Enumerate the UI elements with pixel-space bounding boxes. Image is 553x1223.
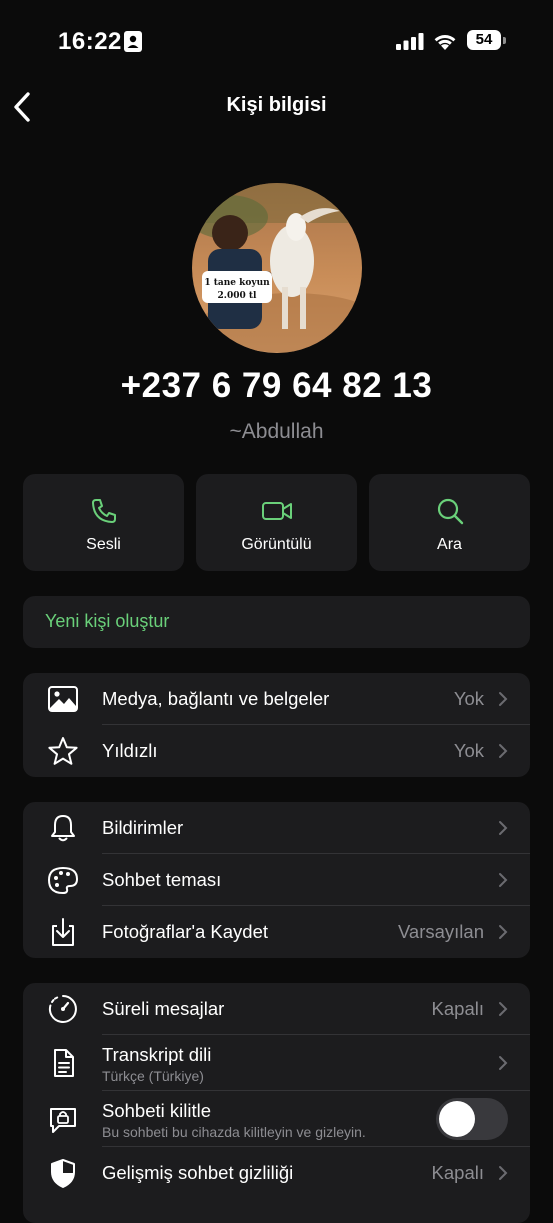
status-time: 16:22 — [58, 28, 122, 55]
contact-card-icon — [124, 31, 142, 52]
document-icon — [47, 1048, 79, 1078]
avatar-caption-line2: 2.000 tl — [218, 291, 257, 301]
voice-call-button[interactable]: Sesli — [23, 474, 184, 571]
transcript-language-value: Türkçe (Türkiye) — [102, 1068, 204, 1084]
media-links-docs-label: Medya, bağlantı ve belgeler — [102, 688, 330, 709]
disappearing-messages-value: Kapalı — [431, 998, 484, 1019]
create-new-contact-label: Yeni kişi oluştur — [45, 611, 170, 631]
lock-chat-row: Sohbeti kilitle Bu sohbeti bu cihazda ki… — [23, 1091, 530, 1147]
chevron-right-icon — [499, 1056, 508, 1070]
cellular-signal-icon — [396, 33, 424, 50]
lock-chat-label: Sohbeti kilitle — [102, 1100, 212, 1121]
lock-chat-description: Bu sohbeti bu cihazda kilitleyin ve gizl… — [102, 1124, 366, 1140]
image-icon — [47, 684, 79, 714]
battery-indicator: 54 — [467, 30, 507, 52]
battery-level: 54 — [467, 30, 501, 50]
starred-row[interactable]: Yıldızlı Yok — [23, 725, 530, 777]
video-call-button[interactable]: Görüntülü — [196, 474, 357, 571]
save-download-icon — [47, 917, 79, 947]
chevron-right-icon — [499, 925, 508, 939]
starred-label: Yıldızlı — [102, 740, 158, 761]
chevron-right-icon — [499, 744, 508, 758]
advanced-chat-privacy-value: Kapalı — [431, 1162, 484, 1183]
search-label: Ara — [437, 536, 462, 553]
shield-icon — [47, 1158, 79, 1188]
search-button[interactable]: Ara — [369, 474, 530, 571]
wifi-icon — [434, 35, 456, 50]
chevron-right-icon — [499, 873, 508, 887]
video-icon — [261, 502, 292, 520]
chevron-right-icon — [499, 1002, 508, 1016]
contact-username: ~Abdullah — [229, 420, 324, 443]
toggle-knob — [439, 1101, 475, 1137]
bell-icon — [47, 813, 79, 843]
transcript-language-row[interactable]: Transkript dili Türkçe (Türkiye) — [23, 1035, 530, 1091]
timer-icon — [47, 994, 79, 1024]
media-count-value: Yok — [453, 688, 484, 709]
save-to-photos-row[interactable]: Fotoğraflar'a Kaydet Varsayılan — [23, 906, 530, 958]
contact-phone-number: +237 6 79 64 82 13 — [120, 366, 433, 405]
chat-theme-label: Sohbet teması — [102, 869, 222, 890]
transcript-language-label: Transkript dili — [102, 1044, 212, 1065]
chevron-right-icon — [499, 1166, 508, 1180]
search-icon — [437, 498, 463, 525]
advanced-chat-privacy-label: Gelişmiş sohbet gizliliği — [102, 1162, 294, 1183]
status-bar: 16:22 54 — [0, 0, 553, 84]
notifications-row[interactable]: Bildirimler — [23, 802, 530, 854]
media-links-docs-row[interactable]: Medya, bağlantı ve belgeler Yok — [23, 673, 530, 725]
advanced-chat-privacy-row[interactable]: Gelişmiş sohbet gizliliği Kapalı — [23, 1147, 530, 1199]
chevron-right-icon — [499, 821, 508, 835]
notifications-label: Bildirimler — [102, 817, 184, 838]
chat-theme-row[interactable]: Sohbet teması — [23, 854, 530, 906]
media-starred-group: Medya, bağlantı ve belgeler Yok Yıldızlı… — [23, 673, 530, 777]
save-to-photos-label: Fotoğraflar'a Kaydet — [102, 921, 269, 942]
notifications-theme-group: Bildirimler Sohbet teması Fotoğraflar'a … — [23, 802, 530, 958]
battery-tip — [503, 37, 506, 44]
nav-bar: Kişi bilgisi — [0, 84, 553, 130]
starred-value: Yok — [453, 740, 484, 761]
chat-lock-icon — [47, 1104, 79, 1134]
page-title: Kişi bilgisi — [226, 94, 327, 116]
save-to-photos-value: Varsayılan — [397, 921, 484, 942]
phone-icon — [91, 499, 116, 523]
star-icon — [47, 736, 79, 766]
avatar-caption-line1: 1 tane koyun — [204, 278, 270, 288]
contact-avatar[interactable]: 1 tane koyun 2.000 tl — [192, 183, 362, 353]
video-call-label: Görüntülü — [241, 536, 312, 553]
privacy-group: Süreli mesajlar Kapalı Transkript dili T… — [23, 983, 530, 1223]
disappearing-messages-row[interactable]: Süreli mesajlar Kapalı — [23, 983, 530, 1035]
disappearing-messages-label: Süreli mesajlar — [102, 998, 225, 1019]
avatar-photo: 1 tane koyun 2.000 tl — [192, 183, 362, 353]
create-new-contact-button[interactable]: Yeni kişi oluştur — [23, 596, 530, 648]
palette-icon — [47, 865, 79, 895]
voice-call-label: Sesli — [86, 536, 121, 553]
lock-chat-toggle[interactable] — [436, 1098, 508, 1140]
chevron-right-icon — [499, 692, 508, 706]
